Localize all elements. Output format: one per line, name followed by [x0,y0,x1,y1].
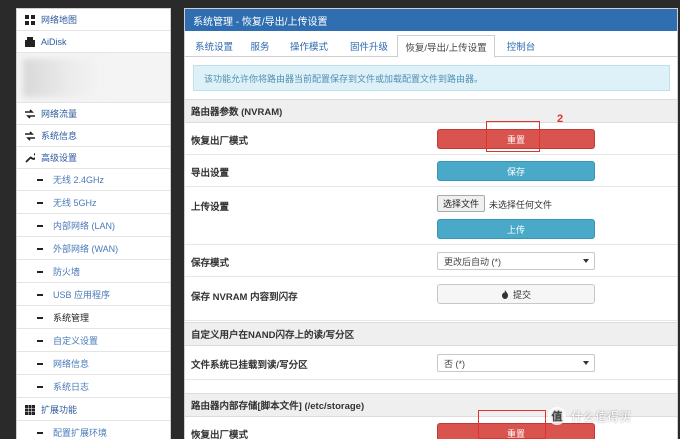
export-settings-label: 导出设置 [191,168,230,179]
disk-icon [25,36,35,47]
grid-icon [25,404,35,415]
sidebar-item-label: 扩展功能 [41,405,78,415]
sidebar-sub-ext-env[interactable]: 配置扩展环境 [17,422,170,439]
traffic-icon [25,108,35,119]
row-save-mode: 保存模式 更改后自动 (*) [185,245,677,277]
page-title: 系统管理 - 恢复/导出/上传设置 [185,9,677,31]
annotation-box-2 [478,410,546,439]
sidebar-item-network-map[interactable]: 网络地图 [17,9,170,31]
row-save-nvram: 保存 NVRAM 内容到闪存 提交 [185,277,677,321]
save-nvram-label: 保存 NVRAM 内容到闪存 [191,292,298,303]
info-icon [25,130,35,141]
sidebar: 网络地图 AiDisk 网络流量 系统信息 高级设置 无线 2.4GHz 无线 … [16,8,171,439]
dash-icon [37,270,43,273]
sidebar-sub-lan[interactable]: 内部网络 (LAN) [17,215,170,237]
row-restore-factory: 恢复出厂模式 重置 [185,123,677,155]
watermark-badge: 值 [548,407,566,425]
dash-icon [37,362,43,365]
dash-icon [37,247,43,250]
tab-firmware-upgrade[interactable]: 固件升级 [341,35,397,57]
sidebar-sub-firewall[interactable]: 防火墙 [17,261,170,283]
chevron-down-icon [583,259,589,263]
section-nand-header: 自定义用户在NAND闪存上的读/写分区 [185,322,677,346]
row-upload-settings: 上传设置 选择文件 未选择任何文件 上传 [185,187,677,245]
dash-icon [37,316,43,319]
watermark: 值 什么值得买 [548,405,678,427]
dash-icon [37,293,43,296]
save-mode-label: 保存模式 [191,258,230,269]
row-export-settings: 导出设置 保存 [185,155,677,187]
sidebar-item-extensions[interactable]: 扩展功能 [17,399,170,421]
dash-icon [37,178,43,181]
sidebar-item-traffic[interactable]: 网络流量 [17,103,170,125]
sidebar-item-label: 高级设置 [41,153,78,163]
submit-button[interactable]: 提交 [437,284,595,304]
sidebar-item-label: 网络地图 [41,15,78,25]
tab-bar: 系统设置 服务 操作模式 固件升级 恢复/导出/上传设置 控制台 [185,33,677,58]
sidebar-item-label: 网络流量 [41,109,78,119]
map-icon [25,14,35,25]
upload-button[interactable]: 上传 [437,219,595,239]
annotation-box [486,121,540,152]
save-mode-select[interactable]: 更改后自动 (*) [437,252,595,270]
dash-icon [37,431,43,434]
dash-icon [37,201,43,204]
sidebar-item-label: 系统信息 [41,131,78,141]
section-nvram-header: 路由器参数 (NVRAM) [185,99,677,123]
sidebar-item-system-info[interactable]: 系统信息 [17,125,170,147]
info-alert: 该功能允许你将路由器当前配置保存到文件或加载配置文件到路由器。 [193,65,670,91]
sidebar-sub-system-admin[interactable]: 系统管理 [17,307,170,329]
choose-file-button[interactable]: 选择文件 [437,195,486,212]
tab-restore-export-upload[interactable]: 恢复/导出/上传设置 [397,35,495,58]
restore-factory-label: 恢复出厂模式 [191,136,249,147]
blurred-region [17,53,170,103]
annotation-number: 2 [557,113,564,125]
wrench-icon [25,152,35,163]
sidebar-sub-custom[interactable]: 自定义设置 [17,330,170,352]
sidebar-sub-network-info[interactable]: 网络信息 [17,353,170,375]
save-button[interactable]: 保存 [437,161,595,181]
sidebar-item-aidisk[interactable]: AiDisk [17,31,170,53]
mounted-fs-select[interactable]: 否 (*) [437,354,595,372]
dash-icon [37,224,43,227]
sidebar-sub-wireless-24[interactable]: 无线 2.4GHz [17,169,170,191]
chevron-down-icon [583,361,589,365]
fire-icon [501,289,509,299]
tab-console[interactable]: 控制台 [499,35,543,57]
sidebar-sub-wan[interactable]: 外部网络 (WAN) [17,238,170,260]
sidebar-sub-syslog[interactable]: 系统日志 [17,376,170,398]
mounted-fs-label: 文件系统已挂载到读/写分区 [191,360,308,371]
no-file-text: 未选择任何文件 [489,200,553,210]
tab-operation-mode[interactable]: 操作模式 [281,35,337,57]
tab-services[interactable]: 服务 [243,35,277,57]
upload-settings-label: 上传设置 [191,202,230,213]
dash-icon [37,385,43,388]
tab-system-settings[interactable]: 系统设置 [189,35,239,57]
sidebar-item-label: AiDisk [41,36,67,47]
main-panel: 系统管理 - 恢复/导出/上传设置 系统设置 服务 操作模式 固件升级 恢复/导… [184,8,678,439]
sidebar-sub-usb[interactable]: USB 应用程序 [17,284,170,306]
row-mounted-fs: 文件系统已挂载到读/写分区 否 (*) [185,346,677,380]
sidebar-sub-wireless-5[interactable]: 无线 5GHz [17,192,170,214]
dash-icon [37,339,43,342]
restore-storage-label: 恢复出厂模式 [191,430,249,439]
sidebar-item-advanced[interactable]: 高级设置 [17,147,170,169]
watermark-text: 什么值得买 [571,409,632,424]
